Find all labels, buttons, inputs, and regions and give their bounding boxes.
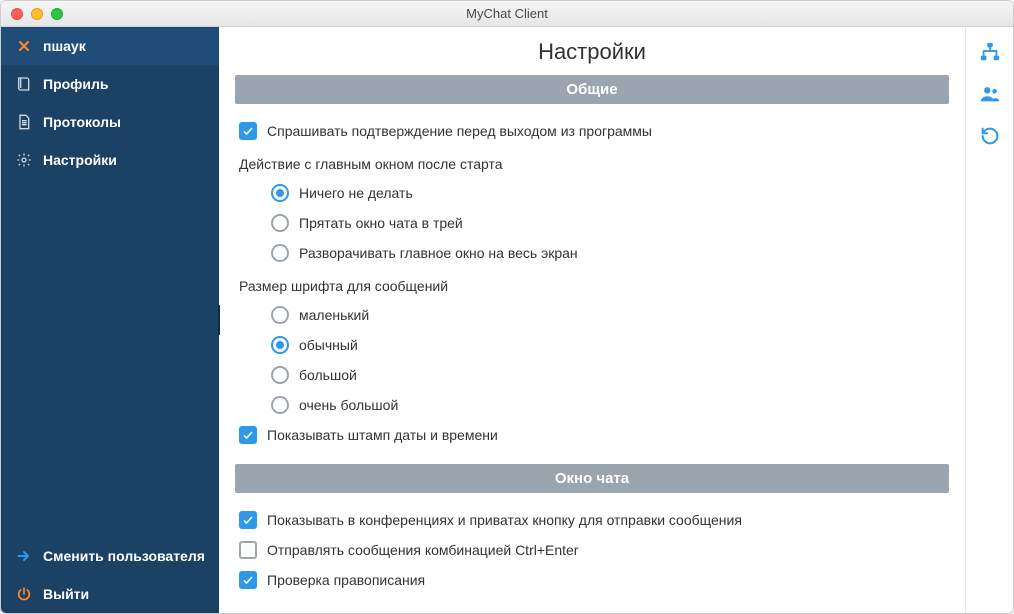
history-icon[interactable] <box>979 125 1001 147</box>
setting-label: Отправлять сообщения комбинацией Ctrl+En… <box>267 542 578 558</box>
radio-font-normal[interactable]: обычный <box>235 330 949 360</box>
radio-startup-tray[interactable]: Прятать окно чата в трей <box>235 208 949 238</box>
setting-confirm-exit[interactable]: Спрашивать подтверждение перед выходом и… <box>235 116 949 146</box>
setting-show-send-button[interactable]: Показывать в конференциях и приватах кно… <box>235 505 949 535</box>
org-tree-icon[interactable] <box>979 41 1001 63</box>
book-icon <box>15 75 33 93</box>
option-label: Прятать окно чата в трей <box>299 215 463 231</box>
checkbox-icon[interactable] <box>239 541 257 559</box>
option-label: очень большой <box>299 397 398 413</box>
sidebar-exit[interactable]: Выйти <box>1 575 219 613</box>
titlebar: MyChat Client <box>1 1 1013 27</box>
radio-icon[interactable] <box>271 336 289 354</box>
sidebar-item-user[interactable]: пшаук <box>1 27 219 65</box>
sidebar-item-label: Настройки <box>43 152 117 168</box>
checkbox-icon[interactable] <box>239 426 257 444</box>
radio-font-xlarge[interactable]: очень большой <box>235 390 949 420</box>
document-icon <box>15 113 33 131</box>
sidebar: пшаук Профиль Протоколы <box>1 27 219 613</box>
sidebar-item-protocols[interactable]: Протоколы <box>1 103 219 141</box>
checkbox-icon[interactable] <box>239 511 257 529</box>
content-pane: Настройки Общие Спрашивать подтверждение… <box>219 27 965 613</box>
users-icon[interactable] <box>979 83 1001 105</box>
option-label: маленький <box>299 307 369 323</box>
option-label: большой <box>299 367 357 383</box>
right-rail <box>965 27 1013 613</box>
sidebar-item-label: пшаук <box>43 38 86 54</box>
window-title: MyChat Client <box>1 6 1013 21</box>
close-x-icon <box>15 37 33 55</box>
arrow-right-icon <box>15 547 33 565</box>
window-controls <box>11 8 63 20</box>
sidebar-item-profile[interactable]: Профиль <box>1 65 219 103</box>
power-icon <box>15 585 33 603</box>
radio-icon[interactable] <box>271 244 289 262</box>
app-body: пшаук Профиль Протоколы <box>1 27 1013 613</box>
radio-font-small[interactable]: маленький <box>235 300 949 330</box>
option-label: обычный <box>299 337 358 353</box>
zoom-icon[interactable] <box>51 8 63 20</box>
sidebar-item-label: Профиль <box>43 76 109 92</box>
gear-icon <box>15 151 33 169</box>
app-window: MyChat Client пшаук Профиль <box>0 0 1014 614</box>
checkbox-icon[interactable] <box>239 571 257 589</box>
setting-label: Проверка правописания <box>267 572 425 588</box>
radio-icon[interactable] <box>271 366 289 384</box>
setting-spellcheck[interactable]: Проверка правописания <box>235 565 949 595</box>
main-area: Настройки Общие Спрашивать подтверждение… <box>219 27 1013 613</box>
settings-scroll[interactable]: Общие Спрашивать подтверждение перед вых… <box>219 75 965 613</box>
section-header-general: Общие <box>235 75 949 104</box>
radio-icon[interactable] <box>271 184 289 202</box>
option-label: Ничего не делать <box>299 185 413 201</box>
setting-label: Показывать в конференциях и приватах кно… <box>267 512 742 528</box>
setting-timestamp[interactable]: Показывать штамп даты и времени <box>235 420 949 450</box>
radio-icon[interactable] <box>271 306 289 324</box>
close-icon[interactable] <box>11 8 23 20</box>
sidebar-item-label: Выйти <box>43 586 89 602</box>
radio-font-large[interactable]: большой <box>235 360 949 390</box>
option-label: Разворачивать главное окно на весь экран <box>299 245 578 261</box>
minimize-icon[interactable] <box>31 8 43 20</box>
radio-startup-nothing[interactable]: Ничего не делать <box>235 178 949 208</box>
radio-icon[interactable] <box>271 214 289 232</box>
radio-icon[interactable] <box>271 396 289 414</box>
radio-startup-fullscreen[interactable]: Разворачивать главное окно на весь экран <box>235 238 949 268</box>
setting-label: Спрашивать подтверждение перед выходом и… <box>267 123 652 139</box>
group-label-fontsize: Размер шрифта для сообщений <box>239 278 949 294</box>
page-title: Настройки <box>219 27 965 75</box>
setting-label: Показывать штамп даты и времени <box>267 427 498 443</box>
group-label-startup: Действие с главным окном после старта <box>239 156 949 172</box>
checkbox-icon[interactable] <box>239 122 257 140</box>
sidebar-item-label: Сменить пользователя <box>43 548 205 564</box>
sidebar-item-label: Протоколы <box>43 114 121 130</box>
sidebar-item-settings[interactable]: Настройки <box>1 141 219 179</box>
setting-ctrl-enter[interactable]: Отправлять сообщения комбинацией Ctrl+En… <box>235 535 949 565</box>
section-header-chatwindow: Окно чата <box>235 464 949 493</box>
sidebar-switch-user[interactable]: Сменить пользователя <box>1 537 219 575</box>
